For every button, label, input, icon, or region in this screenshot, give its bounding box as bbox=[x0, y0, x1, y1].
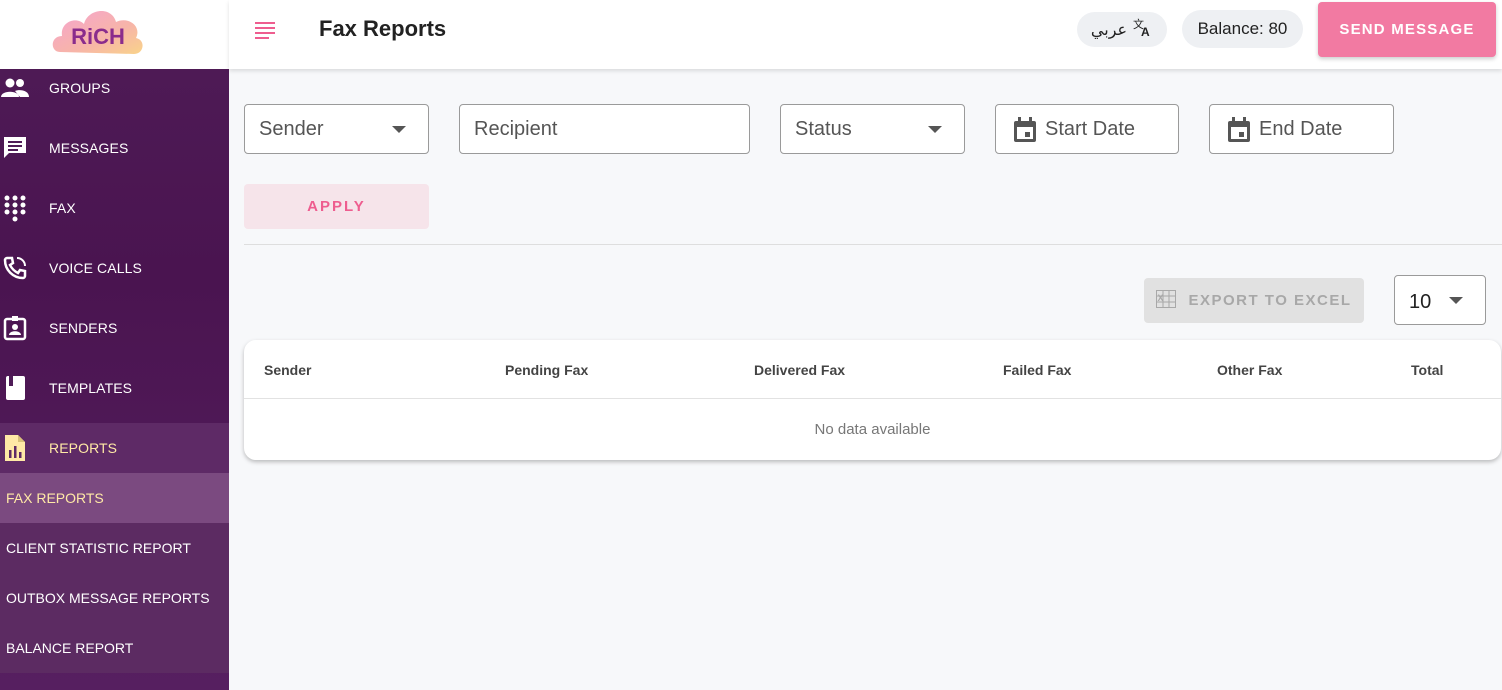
language-toggle-button[interactable]: عربي 文A bbox=[1077, 12, 1167, 47]
sidebar-subitem-label: FAX REPORTS bbox=[6, 490, 104, 506]
sidebar-item-label: GROUPS bbox=[49, 80, 111, 96]
logo-area: RiCH bbox=[0, 0, 229, 69]
sidebar-subitem-client-statistic-report[interactable]: CLIENT STATISTIC REPORT bbox=[0, 523, 229, 573]
table-header: Sender Pending Fax Delivered Fax Failed … bbox=[244, 340, 1501, 399]
menu-toggle-icon[interactable] bbox=[253, 18, 277, 42]
column-header-failed-fax[interactable]: Failed Fax bbox=[1003, 362, 1071, 378]
logo-text: RiCH bbox=[71, 24, 125, 49]
status-select-label: Status bbox=[795, 117, 852, 140]
rich-logo[interactable]: RiCH bbox=[50, 2, 146, 60]
sidebar-subitem-label: BALANCE REPORT bbox=[6, 640, 134, 656]
chevron-down-icon bbox=[928, 126, 942, 133]
message-icon bbox=[0, 133, 30, 163]
svg-text:X: X bbox=[1158, 293, 1166, 303]
empty-state-text: No data available bbox=[814, 421, 931, 438]
sidebar-item-label: TEMPLATES bbox=[49, 380, 133, 396]
sender-select[interactable]: Sender bbox=[244, 104, 429, 154]
sidebar-subitem-outbox-message-reports[interactable]: OUTBOX MESSAGE REPORTS bbox=[0, 573, 229, 623]
top-bar: Fax Reports عربي 文A Balance: 80 SEND MES… bbox=[229, 0, 1502, 69]
end-date-placeholder: End Date bbox=[1259, 117, 1343, 140]
book-icon bbox=[0, 373, 30, 403]
fax-report-table: Sender Pending Fax Delivered Fax Failed … bbox=[244, 340, 1501, 460]
end-date-field[interactable]: End Date bbox=[1209, 104, 1394, 154]
sidebar-subitem-fax-reports[interactable]: FAX REPORTS bbox=[0, 473, 229, 523]
calendar-icon bbox=[1227, 117, 1251, 149]
language-label: عربي bbox=[1090, 21, 1128, 39]
dialpad-icon bbox=[0, 193, 30, 223]
sidebar-item-label: FAX bbox=[49, 200, 76, 216]
sidebar: RiCH GROUPS MESSAGES FAX VOICE CALLS SEN… bbox=[0, 0, 229, 690]
sender-select-label: Sender bbox=[259, 117, 324, 140]
sidebar-item-messages[interactable]: MESSAGES bbox=[0, 123, 229, 173]
sidebar-item-voice-calls[interactable]: VOICE CALLS bbox=[0, 243, 229, 293]
start-date-placeholder: Start Date bbox=[1045, 117, 1136, 140]
apply-button[interactable]: APPLY bbox=[244, 184, 429, 229]
report-icon bbox=[0, 433, 30, 463]
status-select[interactable]: Status bbox=[780, 104, 965, 154]
rows-per-page-value: 10 bbox=[1409, 291, 1432, 313]
chevron-down-icon bbox=[392, 126, 406, 133]
column-header-sender[interactable]: Sender bbox=[264, 362, 311, 378]
start-date-field[interactable]: Start Date bbox=[995, 104, 1179, 154]
recipient-placeholder: Recipient bbox=[474, 117, 558, 140]
sidebar-item-senders[interactable]: SENDERS bbox=[0, 303, 229, 353]
svg-text:A: A bbox=[1141, 25, 1150, 37]
chevron-down-icon bbox=[1449, 297, 1463, 304]
export-to-excel-button[interactable]: X EXPORT TO EXCEL bbox=[1144, 278, 1364, 323]
sidebar-subitem-balance-report[interactable]: BALANCE REPORT bbox=[0, 623, 229, 673]
sidebar-item-label: REPORTS bbox=[49, 440, 118, 456]
sidebar-item-reports[interactable]: REPORTS bbox=[0, 423, 229, 473]
calendar-icon bbox=[1013, 117, 1037, 149]
column-header-other-fax[interactable]: Other Fax bbox=[1217, 362, 1282, 378]
rows-per-page-select[interactable]: 10 bbox=[1394, 275, 1486, 325]
column-header-delivered-fax[interactable]: Delivered Fax bbox=[754, 362, 845, 378]
translate-icon: 文A bbox=[1133, 17, 1153, 42]
sidebar-item-label: SENDERS bbox=[49, 320, 118, 336]
sidebar-item-groups[interactable]: GROUPS bbox=[0, 63, 229, 113]
excel-icon: X bbox=[1156, 289, 1177, 312]
sidebar-item-label: VOICE CALLS bbox=[49, 260, 142, 276]
sidebar-subitem-label: OUTBOX MESSAGE REPORTS bbox=[6, 590, 210, 606]
column-header-pending-fax[interactable]: Pending Fax bbox=[505, 362, 588, 378]
people-icon bbox=[0, 73, 30, 103]
column-header-total[interactable]: Total bbox=[1411, 362, 1443, 378]
sidebar-subitem-label: CLIENT STATISTIC REPORT bbox=[6, 540, 191, 556]
divider bbox=[244, 244, 1502, 245]
sidebar-item-templates[interactable]: TEMPLATES bbox=[0, 363, 229, 413]
phone-call-icon bbox=[0, 253, 30, 283]
balance-badge: Balance: 80 bbox=[1182, 10, 1303, 48]
recipient-input[interactable]: Recipient bbox=[459, 104, 750, 154]
sidebar-item-label: MESSAGES bbox=[49, 140, 129, 156]
export-label: EXPORT TO EXCEL bbox=[1188, 292, 1352, 309]
send-message-button[interactable]: SEND MESSAGE bbox=[1318, 2, 1496, 57]
page-title: Fax Reports bbox=[319, 16, 447, 41]
sidebar-item-fax[interactable]: FAX bbox=[0, 183, 229, 233]
badge-icon bbox=[0, 313, 30, 343]
